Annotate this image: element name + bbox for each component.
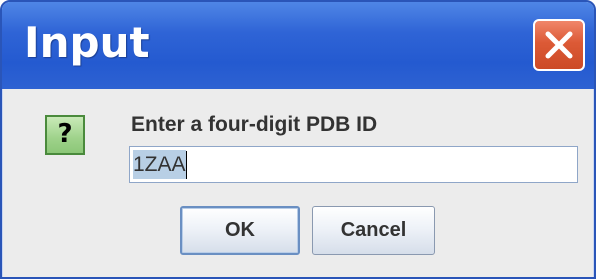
input-dialog: Input ? Enter a four-digit PDB ID 1ZAA O… — [0, 0, 596, 279]
input-selected-text[interactable]: 1ZAA — [133, 150, 186, 179]
dialog-title: Input — [24, 18, 150, 67]
close-x-icon — [545, 31, 573, 59]
title-bar[interactable]: Input — [2, 2, 594, 89]
cancel-button[interactable]: Cancel — [312, 206, 435, 255]
dialog-content: ? Enter a four-digit PDB ID 1ZAA OK Canc… — [2, 89, 594, 277]
ok-button[interactable]: OK — [180, 206, 300, 255]
pdb-id-input[interactable]: 1ZAA — [129, 146, 578, 183]
prompt-label: Enter a four-digit PDB ID — [131, 113, 378, 136]
question-icon: ? — [45, 115, 85, 155]
close-button[interactable] — [533, 19, 585, 71]
text-caret — [185, 150, 187, 179]
question-icon-glyph: ? — [57, 119, 73, 149]
